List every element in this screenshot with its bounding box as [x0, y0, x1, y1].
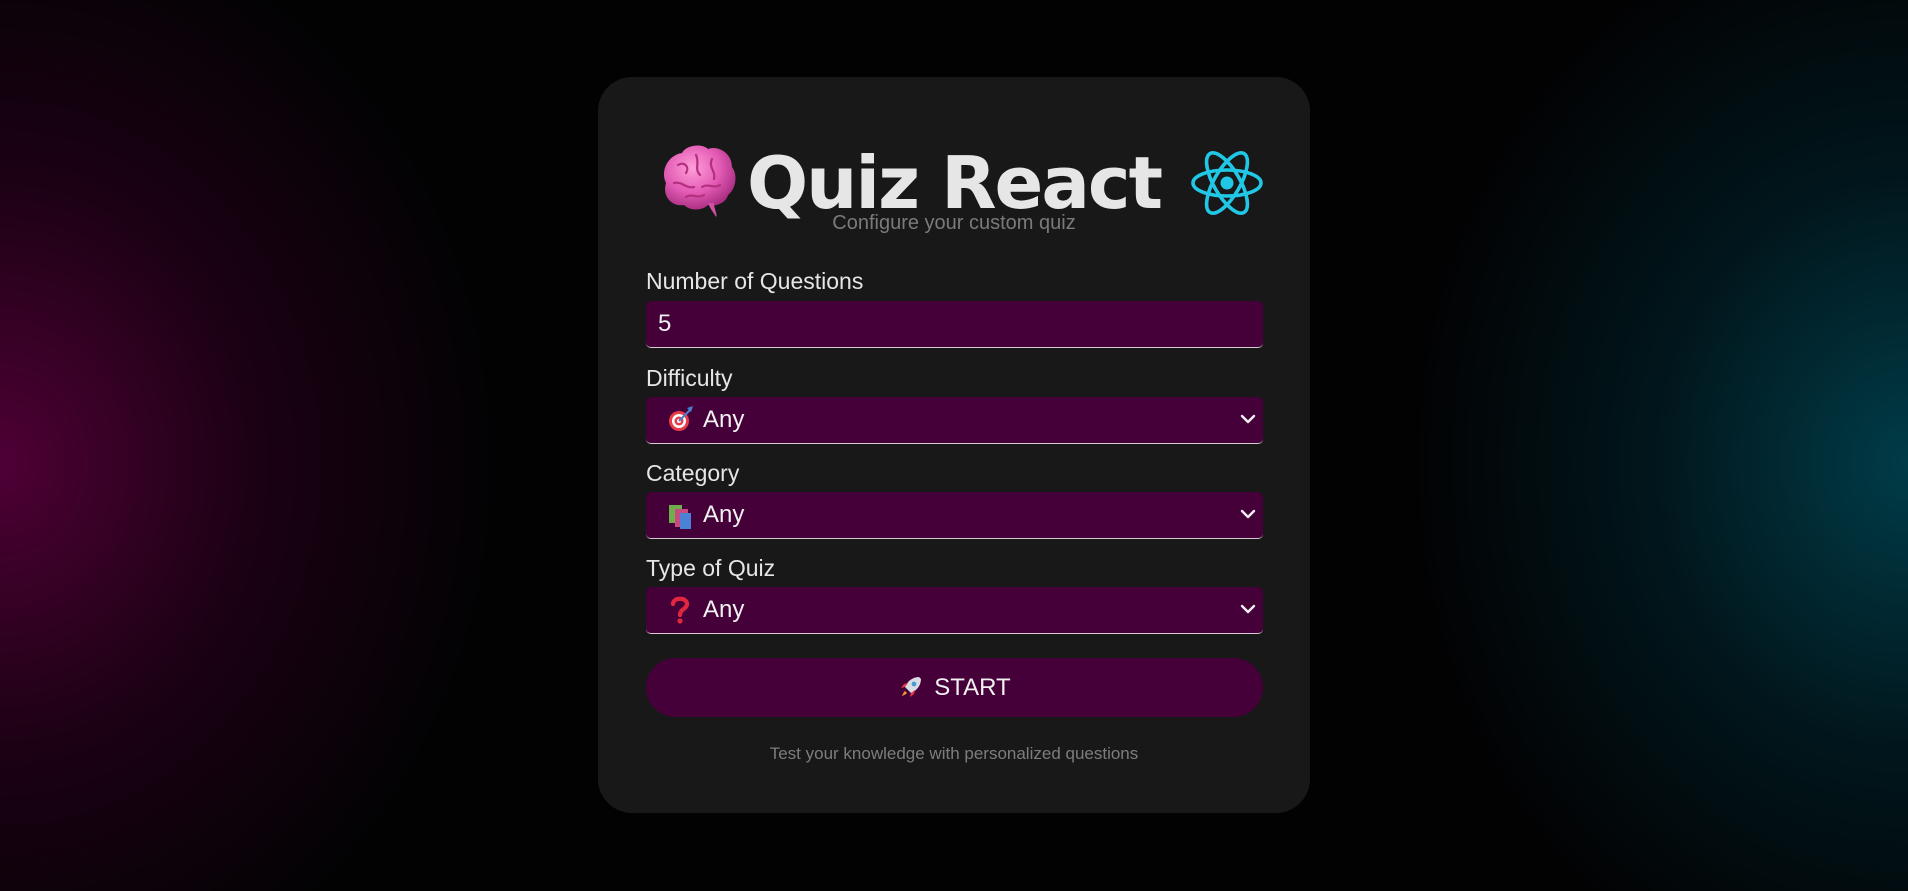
category-label: Category — [646, 460, 740, 486]
difficulty-selected-value: Any — [703, 406, 745, 433]
chevron-down-icon — [1240, 509, 1256, 519]
questions-input[interactable]: 5 — [646, 301, 1263, 348]
quiz-config-card: Quiz React Configure your custom quiz Nu… — [598, 77, 1310, 813]
difficulty-label: Difficulty — [646, 365, 733, 391]
start-button[interactable]: START — [646, 658, 1263, 717]
footer-tagline: Test your knowledge with personalized qu… — [769, 744, 1139, 763]
chevron-down-icon — [1240, 604, 1256, 614]
questions-label: Number of Questions — [646, 268, 864, 294]
rocket-icon — [901, 676, 922, 697]
difficulty-select[interactable]: Any — [646, 397, 1263, 444]
category-select[interactable]: Any — [646, 492, 1263, 539]
type-label: Type of Quiz — [646, 555, 776, 581]
questions-value: 5 — [658, 310, 672, 337]
start-button-label: START — [934, 674, 1011, 701]
category-selected-value: Any — [703, 501, 745, 528]
react-logo-icon — [1191, 151, 1263, 215]
chevron-down-icon — [1240, 414, 1256, 424]
target-icon — [669, 406, 693, 431]
books-icon — [669, 505, 691, 529]
page-subtitle: Configure your custom quiz — [832, 212, 1076, 234]
question-mark-icon — [670, 596, 690, 624]
type-selected-value: Any — [703, 596, 745, 623]
type-select[interactable]: Any — [646, 587, 1263, 634]
